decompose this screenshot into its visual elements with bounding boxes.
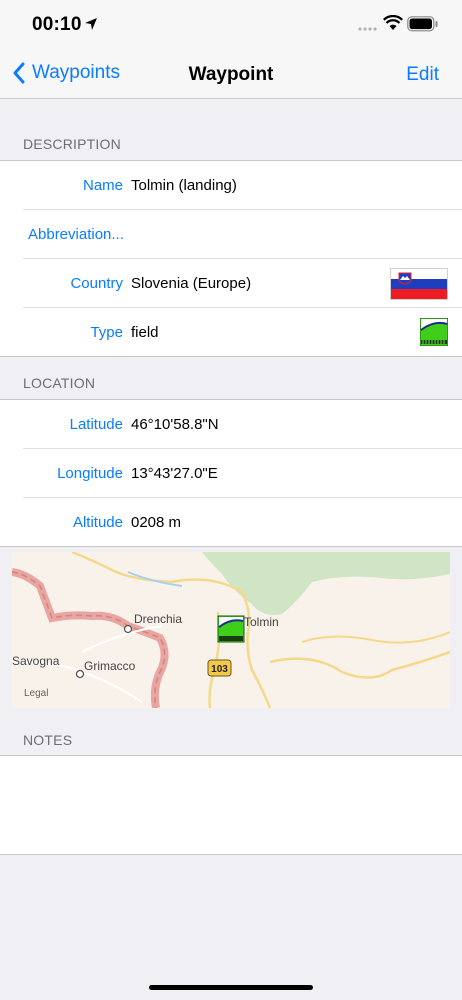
map-label-drenchia: Drenchia — [134, 612, 182, 626]
page-title: Waypoint — [188, 64, 274, 85]
type-value: field — [131, 324, 159, 341]
country-value: Slovenia (Europe) — [131, 275, 252, 292]
latitude-value: 46°10'58.8"N — [131, 416, 219, 433]
status-time: 00:10 — [32, 14, 82, 35]
map-view[interactable]: Drenchia Tolmin Savogna Grimacco 103 Leg… — [12, 552, 450, 708]
latitude-label: Latitude — [69, 416, 123, 433]
longitude-row[interactable]: Longitude 13°43'27.0"E — [23, 449, 462, 498]
description-group: Name Tolmin (landing) Abbreviation... Co… — [0, 160, 462, 357]
altitude-row[interactable]: Altitude 0208 m — [23, 498, 462, 546]
name-value: Tolmin (landing) — [131, 177, 237, 194]
abbreviation-row[interactable]: Abbreviation... — [23, 210, 462, 259]
drenchia-marker — [123, 624, 133, 634]
name-row[interactable]: Name Tolmin (landing) — [23, 161, 462, 210]
abbreviation-button[interactable]: Abbreviation... — [28, 226, 124, 243]
navigation-bar: Waypoints Waypoint Edit — [0, 50, 462, 99]
country-label: Country — [70, 275, 123, 292]
grimacco-marker — [75, 669, 85, 679]
type-label: Type — [90, 324, 123, 341]
location-group: Latitude 46°10'58.8"N Longitude 13°43'27… — [0, 399, 462, 547]
notes-field[interactable] — [0, 755, 462, 855]
field-icon — [420, 318, 448, 346]
type-row[interactable]: Type field — [23, 308, 462, 356]
country-row[interactable]: Country Slovenia (Europe) — [23, 259, 462, 308]
map-label-tolmin: Tolmin — [244, 615, 279, 629]
latitude-row[interactable]: Latitude 46°10'58.8"N — [23, 400, 462, 449]
altitude-label: Altitude — [72, 514, 123, 531]
home-indicator[interactable] — [149, 985, 313, 990]
map-label-savogna: Savogna — [12, 654, 60, 668]
battery-icon — [407, 16, 438, 32]
longitude-label: Longitude — [57, 465, 123, 482]
map-label-grimacco: Grimacco — [84, 659, 136, 673]
map-legal-link[interactable]: Legal — [24, 688, 48, 699]
cellular-signal-icon — [358, 27, 377, 31]
section-header-description: DESCRIPTION — [23, 136, 121, 152]
slovenia-flag-icon — [390, 268, 448, 300]
wifi-icon — [383, 15, 403, 30]
section-header-notes: NOTES — [23, 732, 73, 748]
status-bar: 00:10 — [0, 0, 462, 50]
road-shield-label: 103 — [211, 664, 228, 675]
waypoint-field-marker-icon[interactable] — [217, 615, 245, 643]
altitude-value: 0208 m — [131, 514, 182, 531]
map-canvas: Drenchia Tolmin Savogna Grimacco 103 Leg… — [12, 552, 450, 708]
edit-button[interactable]: Edit — [406, 64, 439, 86]
section-header-location: LOCATION — [23, 375, 96, 391]
location-arrow-icon — [85, 18, 97, 30]
longitude-value: 13°43'27.0"E — [131, 465, 218, 482]
name-label: Name — [82, 177, 123, 194]
